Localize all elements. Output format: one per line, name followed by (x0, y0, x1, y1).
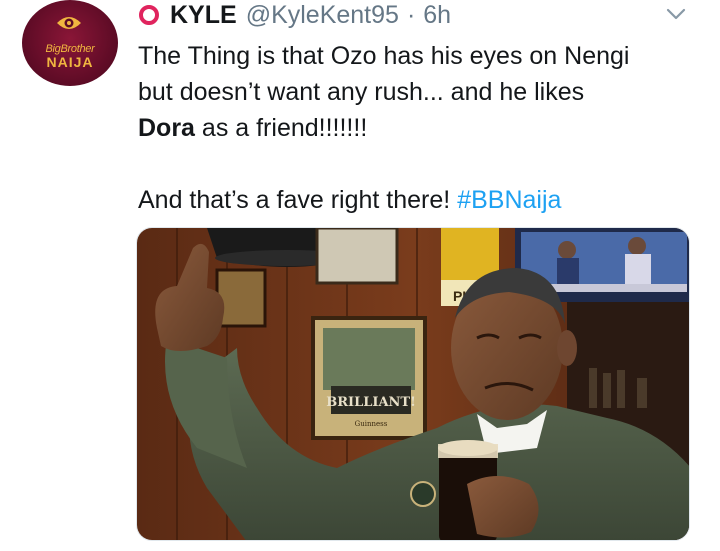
sign-subtext: Guinness (355, 420, 388, 428)
display-name[interactable]: KYLE (170, 1, 237, 30)
tweet-text-line-2: but doesn’t want any rush... and he like… (138, 78, 585, 106)
tweet-text-line-3-rest: as a friend!!!!!!! (194, 114, 368, 142)
tweet-media-image[interactable]: PU BRILLIANT! Guinness (136, 227, 690, 541)
tweet-timestamp[interactable]: 6h (423, 1, 451, 30)
tweet-text-line-4-text: And that’s a fave right there! (138, 186, 458, 214)
tweet-header: KYLE @KyleKent95 · 6h (138, 0, 451, 30)
red-ring-icon (139, 5, 159, 25)
tweet[interactable]: BigBrother NAIJA KYLE @KyleKent95 · 6h T… (0, 0, 720, 551)
eye-logo-icon (57, 17, 81, 29)
tweet-text-line-4: And that’s a fave right there! #BBNaija (138, 182, 698, 218)
bold-mention-text: Dora (138, 114, 195, 142)
user-handle[interactable]: @KyleKent95 (246, 1, 399, 30)
tweet-text-line-1: The Thing is that Ozo has his eyes on Ne… (138, 42, 630, 70)
media-photo: PU BRILLIANT! Guinness (137, 228, 689, 540)
tweet-text-line-3: Dora as a friend!!!!!!! (138, 110, 698, 146)
avatar[interactable]: BigBrother NAIJA (22, 0, 118, 86)
hashtag-link[interactable]: #BBNaija (457, 186, 561, 214)
tweet-text: The Thing is that Ozo has his eyes on Ne… (138, 38, 698, 218)
sign-text: BRILLIANT! (326, 395, 416, 410)
header-separator: · (406, 0, 416, 29)
avatar-brand-name: NAIJA (46, 54, 94, 70)
chevron-down-icon[interactable] (664, 4, 688, 24)
